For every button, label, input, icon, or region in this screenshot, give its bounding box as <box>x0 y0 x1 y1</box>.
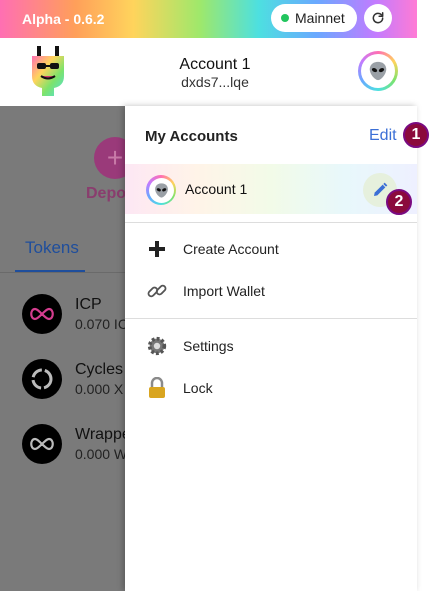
token-name: Wrappe <box>75 426 125 443</box>
drawer-title: My Accounts <box>145 128 238 145</box>
account-list-item-name: Account 1 <box>185 181 248 197</box>
refresh-icon <box>372 11 384 24</box>
accounts-drawer: My Accounts Edit Account 1 Create Accoun… <box>125 106 417 591</box>
gear-icon <box>145 334 169 358</box>
create-account-label: Create Account <box>183 241 279 257</box>
app-header: Account 1 dxds7...lqe <box>0 38 417 106</box>
alien-avatar-icon <box>154 182 168 198</box>
token-amount: 0.070 IC <box>75 316 125 332</box>
account-avatar <box>146 175 176 205</box>
network-selector[interactable]: Mainnet <box>271 4 357 32</box>
deposit-label: Depo <box>86 185 125 202</box>
lock-menu-item[interactable]: Lock <box>145 373 405 403</box>
wrapped-token-icon <box>22 424 62 464</box>
divider <box>125 318 417 319</box>
cycles-token-icon <box>22 359 62 399</box>
lock-label: Lock <box>183 380 213 396</box>
deposit-plus-icon: + <box>94 137 125 179</box>
token-row-cycles: Cycles 0.000 X <box>22 359 125 401</box>
token-name: ICP <box>75 296 102 313</box>
network-status-dot <box>281 14 289 22</box>
create-account-menu-item[interactable]: Create Account <box>145 234 405 264</box>
annotation-badge-1: 1 <box>403 122 429 148</box>
divider <box>125 222 417 223</box>
edit-accounts-button[interactable]: Edit <box>369 127 397 145</box>
top-bar: Alpha - 0.6.2 Mainnet <box>0 0 417 38</box>
refresh-button[interactable] <box>364 4 392 32</box>
token-row-wrapped: Wrappe 0.000 W <box>22 424 125 466</box>
link-icon <box>145 279 169 303</box>
import-wallet-label: Import Wallet <box>183 283 265 299</box>
account-list-item[interactable]: Account 1 <box>125 164 417 214</box>
import-wallet-menu-item[interactable]: Import Wallet <box>145 276 405 306</box>
settings-menu-item[interactable]: Settings <box>145 331 405 361</box>
token-amount: 0.000 W <box>75 446 125 462</box>
account-avatar-button[interactable] <box>358 51 398 91</box>
token-amount: 0.000 X <box>75 381 124 397</box>
token-row-icp: ICP 0.070 IC <box>22 294 125 336</box>
tab-tokens: Tokens <box>25 238 79 257</box>
tab-divider <box>0 272 125 273</box>
pencil-icon <box>374 182 388 196</box>
annotation-badge-2: 2 <box>386 189 412 215</box>
alien-avatar-icon <box>369 61 387 81</box>
version-label: Alpha - 0.6.2 <box>22 11 105 27</box>
settings-label: Settings <box>183 338 234 354</box>
plus-icon <box>145 237 169 261</box>
network-label: Mainnet <box>295 10 345 26</box>
icp-token-icon <box>22 294 62 334</box>
lock-icon <box>145 376 169 400</box>
token-name: Cycles <box>75 361 124 378</box>
dimmed-main-content: + Depo Tokens ICP 0.070 IC Cycles 0.000 … <box>0 106 125 591</box>
